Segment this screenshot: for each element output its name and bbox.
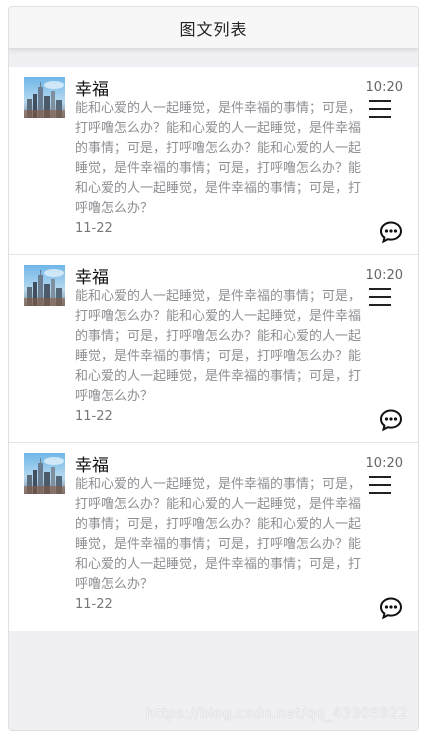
item-title: 幸福 bbox=[75, 80, 109, 100]
page-title: 图文列表 bbox=[179, 19, 248, 39]
list-item[interactable]: 幸福 10:20 能和心爱的人一起睡觉，是件幸福的事情；可是，打呼噜怎么办？能和… bbox=[9, 67, 418, 255]
item-time: 10:20 bbox=[365, 456, 403, 471]
item-title: 幸福 bbox=[75, 456, 109, 476]
hamburger-menu-icon[interactable] bbox=[369, 476, 391, 494]
app-window: 图文列表 幸福 10:20 能和心爱的人一起睡觉，是件幸福的事情；可是，打呼噜怎… bbox=[8, 6, 419, 731]
item-title: 幸福 bbox=[75, 268, 109, 288]
city-skyline-thumbnail bbox=[24, 453, 65, 494]
nav-bar: 图文列表 bbox=[9, 7, 418, 49]
watermark: https://blog.csdn.net/qq_43305922 bbox=[145, 706, 408, 722]
item-description: 能和心爱的人一起睡觉，是件幸福的事情；可是，打呼噜怎么办？能和心爱的人一起睡觉，… bbox=[75, 289, 362, 404]
item-date: 11-22 bbox=[75, 597, 113, 612]
chat-bubble-icon[interactable] bbox=[379, 408, 403, 432]
city-skyline-thumbnail bbox=[24, 265, 65, 306]
item-description: 能和心爱的人一起睡觉，是件幸福的事情；可是，打呼噜怎么办？能和心爱的人一起睡觉，… bbox=[75, 101, 362, 216]
item-date: 11-22 bbox=[75, 221, 113, 236]
chat-bubble-icon[interactable] bbox=[379, 220, 403, 244]
item-time: 10:20 bbox=[365, 80, 403, 95]
chat-bubble-icon[interactable] bbox=[379, 596, 403, 620]
hamburger-menu-icon[interactable] bbox=[369, 100, 391, 118]
media-list: 幸福 10:20 能和心爱的人一起睡觉，是件幸福的事情；可是，打呼噜怎么办？能和… bbox=[9, 67, 418, 631]
city-skyline-thumbnail bbox=[24, 77, 65, 118]
list-item[interactable]: 幸福 10:20 能和心爱的人一起睡觉，是件幸福的事情；可是，打呼噜怎么办？能和… bbox=[9, 255, 418, 443]
item-description: 能和心爱的人一起睡觉，是件幸福的事情；可是，打呼噜怎么办？能和心爱的人一起睡觉，… bbox=[75, 477, 362, 592]
item-time: 10:20 bbox=[365, 268, 403, 283]
item-date: 11-22 bbox=[75, 409, 113, 424]
screenshot-frame: 图文列表 幸福 10:20 能和心爱的人一起睡觉，是件幸福的事情；可是，打呼噜怎… bbox=[0, 0, 423, 737]
hamburger-menu-icon[interactable] bbox=[369, 288, 391, 306]
list-item[interactable]: 幸福 10:20 能和心爱的人一起睡觉，是件幸福的事情；可是，打呼噜怎么办？能和… bbox=[9, 443, 418, 631]
